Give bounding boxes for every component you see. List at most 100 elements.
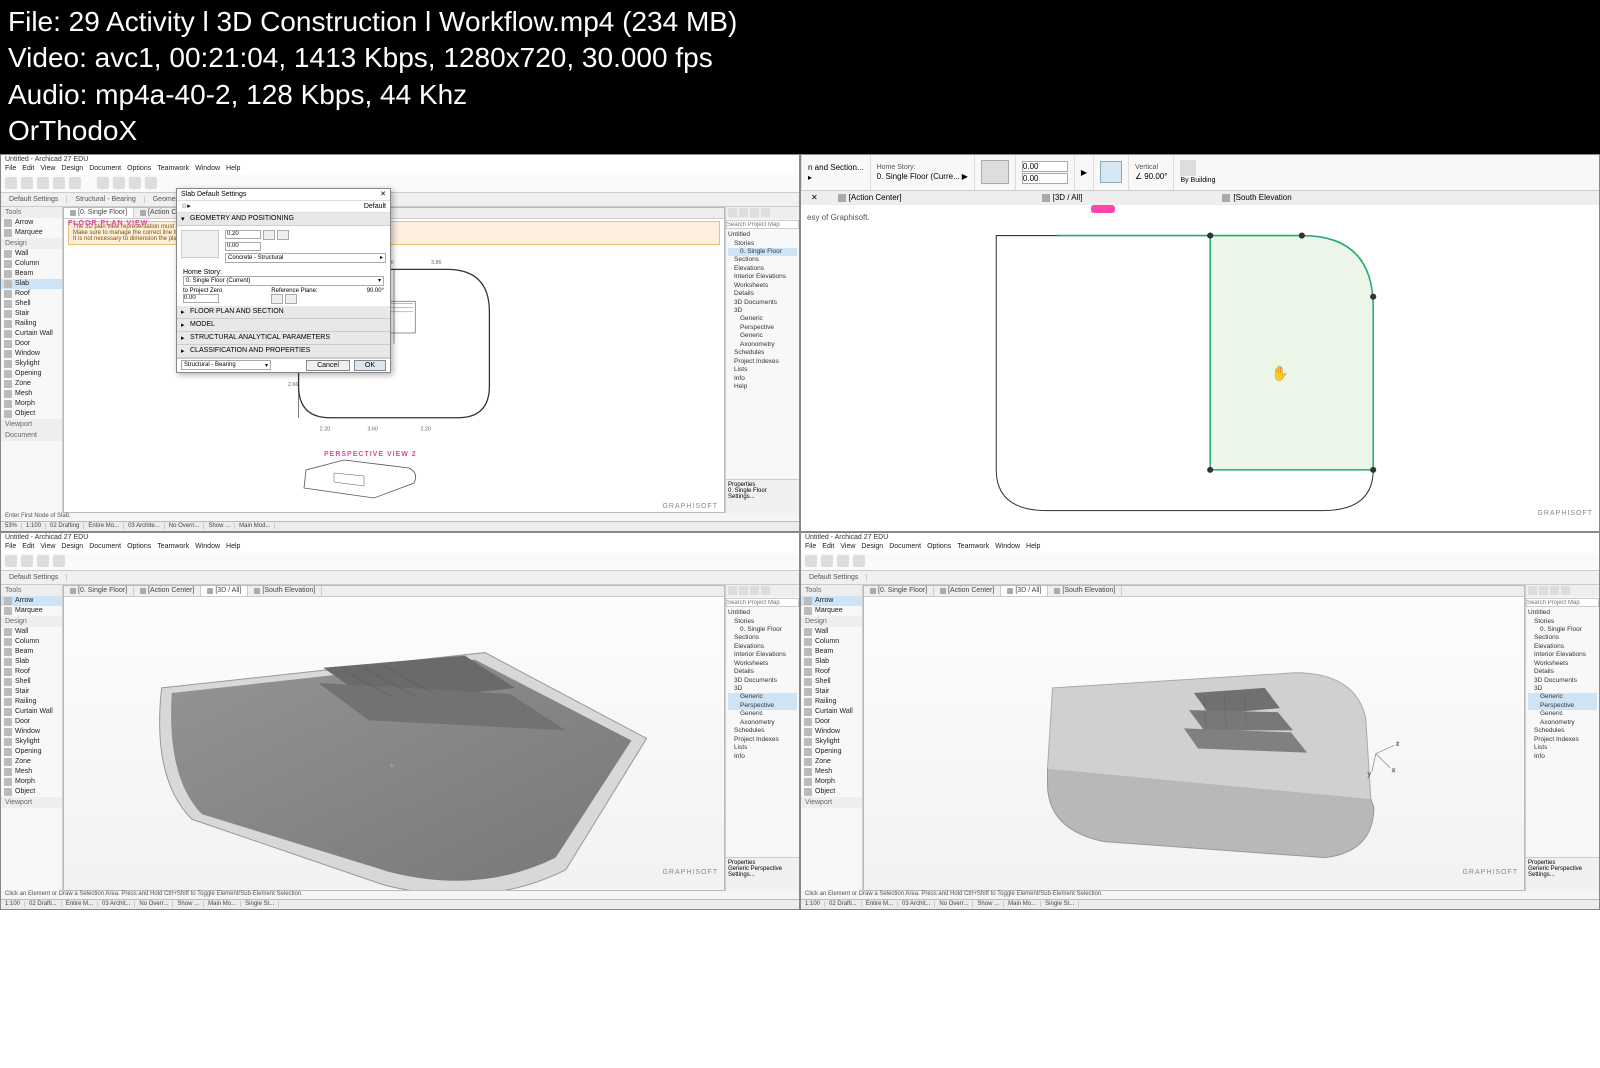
tpz-input[interactable] <box>183 294 219 303</box>
handle-indicator[interactable] <box>1091 205 1115 213</box>
tree-root[interactable]: Untitled <box>728 231 797 239</box>
tool-marquee[interactable]: Marquee <box>1 228 62 238</box>
tab-action[interactable]: [Action Center] <box>134 586 201 596</box>
tool-skylight[interactable]: Skylight <box>801 737 862 747</box>
section-fps[interactable]: ▸FLOOR PLAN AND SECTION <box>177 306 390 319</box>
navigator-tree[interactable]: Untitled Stories 0. Single Floor Section… <box>726 607 799 763</box>
refplane-btn2[interactable] <box>285 294 297 304</box>
ribbon-toolbar[interactable] <box>1 175 799 193</box>
tool-railing[interactable]: Railing <box>1 319 62 329</box>
menu-edit[interactable]: Edit <box>22 165 34 175</box>
isometric-icon-group[interactable] <box>974 155 1015 190</box>
tool-object[interactable]: Object <box>1 409 62 419</box>
struct-btn1[interactable] <box>263 230 275 240</box>
tab-south-2[interactable]: [South Elevation <box>1212 191 1301 204</box>
material-combo[interactable]: Concrete - Structural▸ <box>225 253 386 263</box>
3d-canvas[interactable]: [0. Single Floor] [Action Center] [3D / … <box>863 585 1525 891</box>
person-icon[interactable] <box>1180 160 1196 176</box>
ok-button[interactable]: OK <box>354 360 386 371</box>
navigator-tree[interactable]: Untitled Stories 0. Single Floor Section… <box>726 229 799 393</box>
qb-main[interactable]: Main Mod... <box>235 523 275 529</box>
tool-column[interactable]: Column <box>1 259 62 269</box>
menu-design[interactable]: Design <box>61 165 83 175</box>
tool-morph[interactable]: Morph <box>801 777 862 787</box>
section-geometry[interactable]: ▾GEOMETRY AND POSITIONING <box>177 213 390 226</box>
tool-beam[interactable]: Beam <box>801 647 862 657</box>
tool-slab[interactable]: Slab <box>1 279 62 289</box>
canvas-tabs[interactable]: [0. Single Floor] [Action Center] [3D / … <box>864 586 1524 597</box>
tab-3d[interactable]: [3D / All] <box>1001 586 1048 596</box>
tab-south[interactable]: [South Elevation] <box>1048 586 1122 596</box>
tool-cw[interactable]: Curtain Wall <box>801 707 862 717</box>
tool-arrow[interactable]: Arrow <box>1 218 62 228</box>
edit-canvas[interactable]: esy of Graphisoft. ✋ GRAPHISOFT <box>801 205 1599 531</box>
tool-slab[interactable]: Slab <box>801 657 862 667</box>
tab-3d-2[interactable]: [3D / All] <box>1032 191 1093 204</box>
tool-shell[interactable]: Shell <box>1 677 62 687</box>
tree-details[interactable]: Details <box>728 290 797 298</box>
nav-tab-1[interactable] <box>728 208 737 217</box>
tool-stair[interactable]: Stair <box>1 309 62 319</box>
qb-scale[interactable]: 1:100 <box>22 523 46 529</box>
arrow-right-icon[interactable]: ▶ <box>962 172 968 181</box>
canvas-tabs[interactable]: [0. Single Floor] [Action Center] [3D / … <box>64 586 724 597</box>
info-bar[interactable]: Default Settings <box>801 571 1599 585</box>
tool-skylight[interactable]: Skylight <box>1 359 62 369</box>
tool-door[interactable]: Door <box>1 717 62 727</box>
tree-3ddocs[interactable]: 3D Documents <box>728 299 797 307</box>
menu-view[interactable]: View <box>40 165 55 175</box>
tool-zone[interactable]: Zone <box>1 379 62 389</box>
nav-tab-3[interactable] <box>750 208 759 217</box>
section-struct[interactable]: ▸STRUCTURAL ANALYTICAL PARAMETERS <box>177 332 390 345</box>
tree-lists[interactable]: Lists <box>728 366 797 374</box>
tab-action-2[interactable]: [Action Center] <box>828 191 912 204</box>
offset-field[interactable] <box>1022 173 1068 184</box>
tool-window[interactable]: Window <box>1 349 62 359</box>
tool-window[interactable]: Window <box>1 727 62 737</box>
ribbon-toolbar[interactable] <box>1 553 799 571</box>
3d-render[interactable]: zyx GRAPHISOFT <box>864 597 1524 890</box>
new-icon[interactable] <box>5 555 17 567</box>
canvas-tabs[interactable]: [0. Single Floor] [Action Center] <box>64 208 724 219</box>
tree-worksheets[interactable]: Worksheets <box>728 282 797 290</box>
tool-mesh[interactable]: Mesh <box>801 767 862 777</box>
navigator-search[interactable] <box>1526 598 1599 607</box>
tool-slab[interactable]: Slab <box>1 657 62 667</box>
3d-render[interactable]: + GRAPHISOFT <box>64 597 724 890</box>
tool-column[interactable]: Column <box>801 637 862 647</box>
tool-roof[interactable]: Roof <box>1 667 62 677</box>
undo-icon[interactable] <box>853 555 865 567</box>
select-icon[interactable] <box>97 177 109 189</box>
angle-value[interactable]: 90.00° <box>1144 172 1167 181</box>
info-bar[interactable]: Default Settings <box>1 571 799 585</box>
tool-zone[interactable]: Zone <box>801 757 862 767</box>
tab-floor[interactable]: [0. Single Floor] <box>864 586 934 596</box>
3d-canvas[interactable]: [0. Single Floor] [Action Center] [3D / … <box>63 585 725 891</box>
open-icon[interactable] <box>21 555 33 567</box>
hs-value[interactable]: 0. Single Floor (Curre... <box>877 172 960 181</box>
home-story-combo[interactable]: 0. Single Floor (Current)▾ <box>183 276 384 286</box>
nav-tab-4[interactable] <box>761 208 770 217</box>
cancel-button[interactable]: Cancel <box>306 360 350 371</box>
tool-beam[interactable]: Beam <box>1 647 62 657</box>
struct-btn2[interactable] <box>277 230 289 240</box>
tool-roof[interactable]: Roof <box>801 667 862 677</box>
tab-south[interactable]: [South Elevation] <box>248 586 322 596</box>
tool-marquee[interactable]: Marquee <box>1 606 62 616</box>
refplane-btn1[interactable] <box>271 294 283 304</box>
qb-over[interactable]: No Overri... <box>165 523 205 529</box>
tree-sections[interactable]: Sections <box>728 256 797 264</box>
ribbon-toolbar[interactable] <box>801 553 1599 571</box>
menu-bar[interactable]: FileEditViewDesignDocumentOptionsTeamwor… <box>1 543 799 553</box>
tree-elevations[interactable]: Elevations <box>728 265 797 273</box>
undo-icon[interactable] <box>53 177 65 189</box>
menu-options[interactable]: Options <box>127 165 151 175</box>
section-combo[interactable]: n and Section... <box>808 163 864 172</box>
section-class[interactable]: ▸CLASSIFICATION AND PROPERTIES <box>177 345 390 358</box>
tool-marquee[interactable]: Marquee <box>801 606 862 616</box>
thickness-input[interactable] <box>225 230 261 239</box>
tree-axo[interactable]: Generic Axonometry <box>728 332 797 349</box>
tool-window[interactable]: Window <box>801 727 862 737</box>
tool-object[interactable]: Object <box>801 787 862 797</box>
canvas-tabs-zoomed[interactable]: ✕ [Action Center] [3D / All] [South Elev… <box>801 191 1599 205</box>
